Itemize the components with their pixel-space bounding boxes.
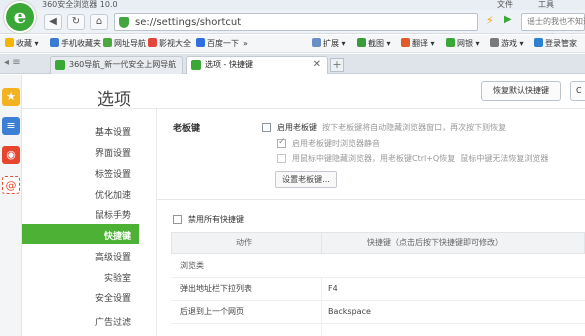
security-shield-icon	[119, 17, 129, 28]
bookmark-baidu[interactable]: 百度一下	[196, 38, 239, 50]
section-divider	[157, 199, 585, 200]
phone-icon	[50, 38, 59, 47]
weibo-sidebar-icon[interactable]: ◉	[2, 146, 20, 164]
shortcut-key[interactable]: Backspace	[328, 301, 371, 323]
menu-item-lab[interactable]: 实验室	[104, 271, 131, 284]
menu-item-security[interactable]: 安全设置	[95, 291, 131, 304]
browser-logo-icon[interactable]: e	[4, 1, 36, 33]
mail-sidebar-icon[interactable]: @	[2, 176, 20, 194]
tab-navigation[interactable]: 360导航_新一代安全上网导航	[50, 56, 183, 74]
menu-item-mouse-gesture[interactable]: 鼠标手势	[95, 208, 131, 221]
set-boss-key-button[interactable]: 设置老板键...	[275, 171, 337, 188]
site-favicon-icon	[55, 60, 65, 70]
translate-icon	[401, 38, 410, 47]
tab-options-shortcut[interactable]: 选项 - 快捷键 ✕	[186, 56, 328, 74]
middle-click-hide-label[interactable]: 用鼠标中键隐藏浏览器，用老板键Ctrl+Q恢复 鼠标中键无法恢复浏览器	[292, 153, 548, 164]
group-label: 浏览类	[180, 261, 204, 270]
address-text[interactable]: se://settings/shortcut	[135, 15, 241, 30]
header-action: 动作	[236, 238, 252, 247]
table-row[interactable]: 后退到上一个网页 Backspace	[171, 301, 585, 324]
back-button[interactable]: ◀	[44, 14, 62, 30]
shortcut-action: 后退到上一个网页	[180, 307, 244, 316]
game-icon	[490, 38, 499, 47]
bookmark-favorites[interactable]: 收藏 ▾	[5, 38, 39, 50]
menu-item-adblock[interactable]: 广告过滤	[95, 315, 131, 328]
bookmark-more[interactable]: »	[243, 38, 248, 50]
header-shortcut: 快捷键（点击后按下快捷键即可修改）	[367, 238, 503, 247]
tools-menu[interactable]: 工具	[538, 0, 554, 10]
speed-mode-icon[interactable]: ⚡	[486, 14, 494, 27]
content-divider	[156, 109, 157, 336]
menu-item-basic[interactable]: 基本设置	[95, 125, 131, 138]
shortcut-key[interactable]: F4	[328, 278, 338, 300]
file-menu[interactable]: 文件	[497, 0, 513, 10]
nav-icon	[103, 38, 112, 47]
notes-sidebar-icon[interactable]: ≡	[2, 117, 20, 135]
extra-button[interactable]: C	[570, 81, 585, 101]
go-arrow-icon[interactable]: ▶	[504, 14, 512, 25]
puzzle-icon	[312, 38, 321, 47]
menu-item-shortcuts[interactable]: 快捷键	[104, 229, 131, 242]
shortcut-group-row: 浏览类	[171, 255, 585, 278]
mute-on-boss-key-checkbox[interactable]	[277, 137, 286, 148]
star-icon	[5, 38, 14, 47]
menu-item-advanced[interactable]: 高级设置	[95, 250, 131, 263]
scissors-icon	[357, 38, 366, 47]
address-bar[interactable]: se://settings/shortcut	[114, 13, 478, 31]
new-tab-button[interactable]: +	[330, 58, 344, 72]
sidebar-strip	[0, 75, 22, 336]
menu-item-speed[interactable]: 优化加速	[95, 188, 131, 201]
search-input[interactable]: 谣士的我也不知道	[527, 16, 585, 27]
table-column-divider	[321, 277, 322, 336]
window-title: 360安全浏览器 10.0	[42, 0, 118, 9]
translate-menu[interactable]: 翻译 ▾	[401, 38, 435, 50]
extensions-menu[interactable]: 扩展 ▾	[312, 38, 346, 50]
bank-icon	[446, 38, 455, 47]
enable-boss-key-checkbox[interactable]	[262, 123, 271, 132]
bookmark-video[interactable]: 影视大全	[148, 38, 191, 50]
header-divider	[22, 108, 585, 109]
tab-list-icon[interactable]: ◂ ≡	[4, 57, 21, 68]
bookmark-nav[interactable]: 网址导航	[103, 38, 146, 50]
disable-all-shortcuts-label[interactable]: 禁用所有快捷键	[188, 214, 244, 225]
bookmark-mobile[interactable]: 手机收藏夹	[50, 38, 101, 50]
menu-item-interface[interactable]: 界面设置	[95, 146, 131, 159]
home-button[interactable]: ⌂	[90, 14, 108, 30]
disable-all-shortcuts-checkbox[interactable]	[173, 215, 182, 224]
search-box[interactable]: 谣士的我也不知道	[521, 13, 585, 31]
refresh-button[interactable]: ↻	[67, 14, 85, 30]
baidu-icon	[196, 38, 205, 47]
header-column-divider	[321, 232, 322, 254]
login-manager[interactable]: 登录管家	[534, 38, 577, 50]
table-row[interactable]: 弹出地址栏下拉列表 F4	[171, 278, 585, 301]
enable-boss-key-label[interactable]: 启用老板键 按下老板键将自动隐藏浏览器窗口，再次按下则恢复	[277, 122, 506, 133]
favorites-sidebar-icon[interactable]: ★	[2, 88, 20, 106]
user-icon	[534, 38, 543, 47]
restore-default-shortcuts-button[interactable]: 恢复默认快捷键	[481, 81, 561, 101]
page-title: 选项	[97, 90, 131, 110]
shortcut-action: 弹出地址栏下拉列表	[180, 284, 252, 293]
middle-click-hide-checkbox[interactable]	[277, 154, 286, 163]
settings-favicon-icon	[191, 60, 201, 70]
menu-item-tabs[interactable]: 标签设置	[95, 167, 131, 180]
shortcut-table-header: 动作 快捷键（点击后按下快捷键即可修改）	[171, 232, 585, 254]
close-tab-icon[interactable]: ✕	[313, 57, 321, 73]
mute-on-boss-key-label[interactable]: 启用老板键时浏览器静音	[292, 138, 380, 149]
bank-menu[interactable]: 网银 ▾	[446, 38, 480, 50]
boss-key-title: 老板键	[173, 124, 201, 134]
screenshot-menu[interactable]: 截图 ▾	[357, 38, 391, 50]
video-icon	[148, 38, 157, 47]
game-menu[interactable]: 游戏 ▾	[490, 38, 524, 50]
